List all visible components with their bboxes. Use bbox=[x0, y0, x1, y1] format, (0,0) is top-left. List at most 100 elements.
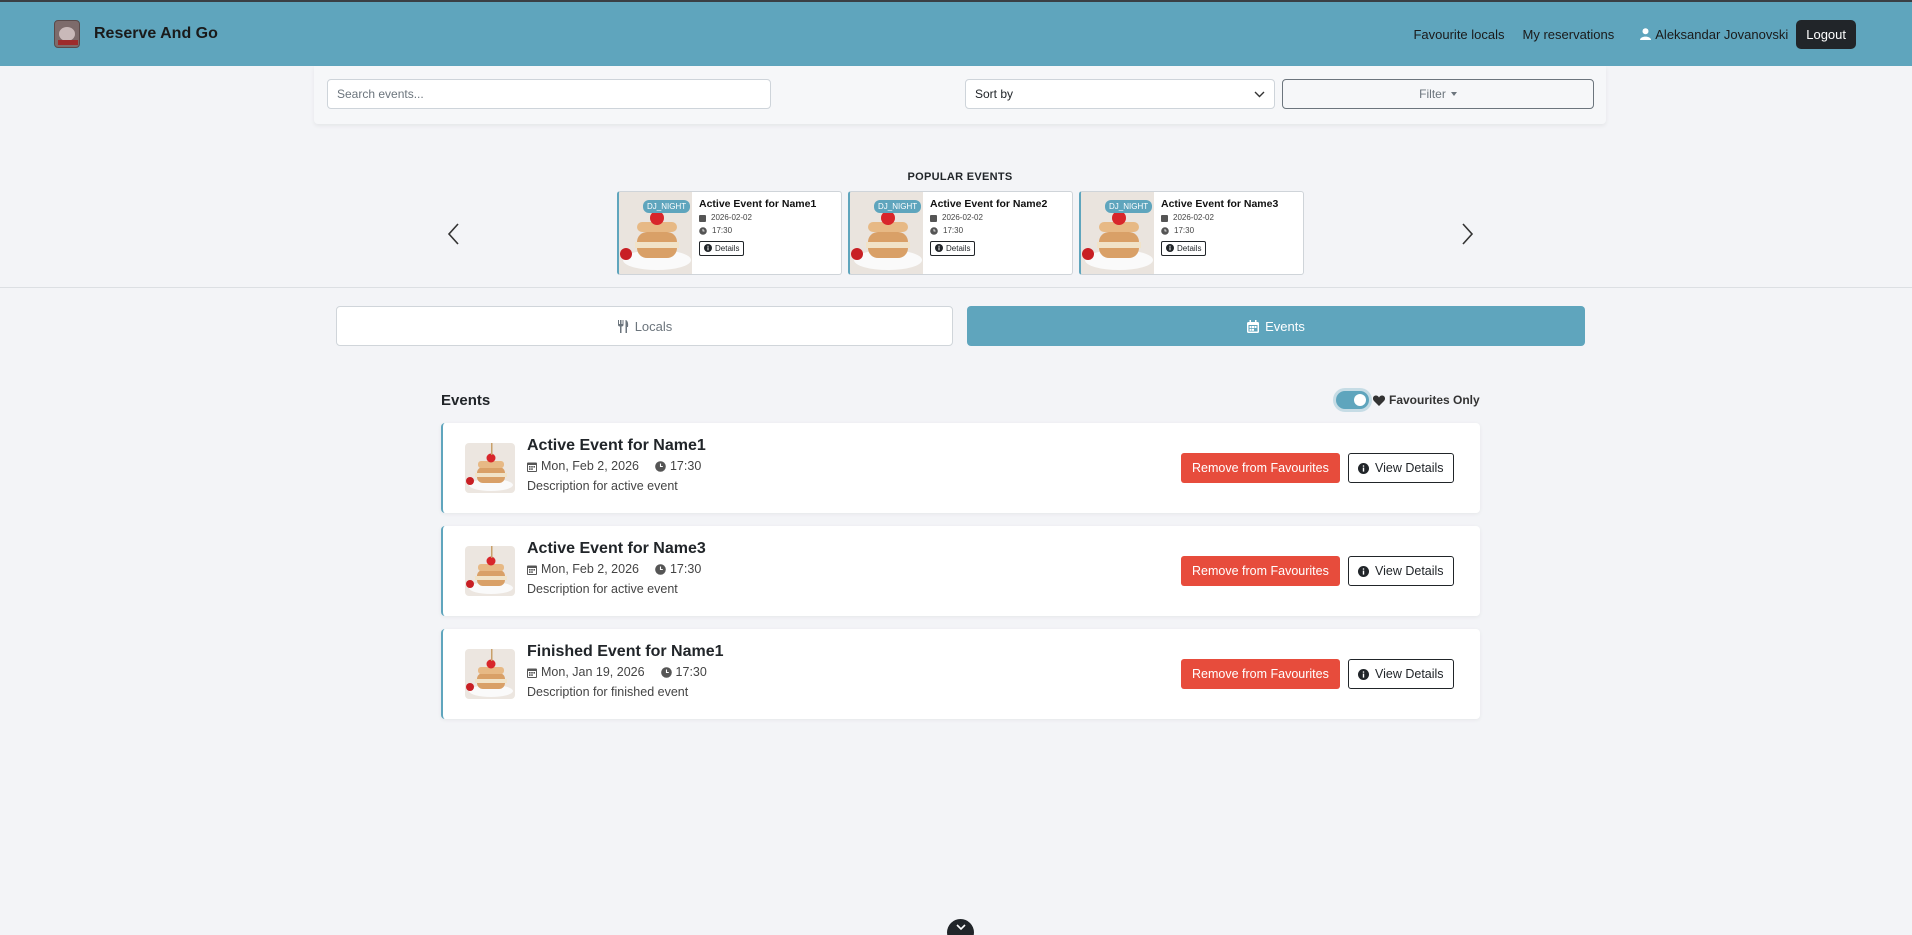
popular-event-card[interactable]: DJ_NIGHT Active Event for Name3 2026-02-… bbox=[1079, 191, 1304, 275]
info-icon bbox=[1358, 565, 1369, 577]
view-details-button[interactable]: View Details bbox=[1348, 453, 1454, 483]
brand-name: Reserve And Go bbox=[94, 25, 218, 42]
nav-link-my-reservations[interactable]: My reservations bbox=[1523, 27, 1615, 42]
favourites-only-toggle-wrap: Favourites Only bbox=[1336, 391, 1480, 409]
event-tag-badge: DJ_NIGHT bbox=[643, 200, 691, 213]
popular-event-name: Active Event for Name1 bbox=[699, 198, 817, 210]
filter-label: Filter bbox=[1419, 87, 1446, 101]
event-date: Mon, Feb 2, 2026 bbox=[541, 459, 639, 473]
event-meta: Mon, Feb 2, 2026 17:30 bbox=[527, 562, 706, 576]
clock-icon bbox=[1161, 226, 1169, 235]
event-description: Description for active event bbox=[527, 582, 678, 596]
popular-event-date-text: 2026-02-02 bbox=[942, 213, 983, 222]
calendar-icon bbox=[527, 668, 537, 678]
popular-event-body: Active Event for Name1 2026-02-02 17:30 … bbox=[699, 198, 816, 257]
popular-event-date: 2026-02-02 bbox=[930, 213, 1047, 222]
popular-event-details-button[interactable]: Details bbox=[930, 240, 976, 256]
search-input[interactable] bbox=[327, 79, 771, 109]
event-card: Finished Event for Name1 Mon, Jan 19, 20… bbox=[441, 629, 1480, 719]
popular-event-date: 2026-02-02 bbox=[1161, 213, 1278, 222]
clock-icon bbox=[660, 666, 672, 678]
popular-events-section: POPULAR EVENTS DJ_NIGHT Active Event for… bbox=[0, 124, 1912, 288]
popular-event-time: 17:30 bbox=[1161, 226, 1278, 235]
clock-icon bbox=[699, 226, 707, 235]
event-body: Active Event for Name1 Mon, Feb 2, 2026 … bbox=[527, 437, 706, 493]
event-description: Description for finished event bbox=[527, 685, 689, 699]
event-time: 17:30 bbox=[669, 562, 702, 576]
popular-event-date-text: 2026-02-02 bbox=[1173, 213, 1214, 222]
sort-label: Sort by bbox=[975, 87, 1014, 101]
event-thumbnail bbox=[465, 443, 515, 493]
info-icon bbox=[1166, 244, 1174, 252]
events-heading: Events bbox=[441, 392, 491, 409]
popular-event-time: 17:30 bbox=[930, 226, 1047, 235]
event-date: Mon, Jan 19, 2026 bbox=[541, 665, 645, 679]
calendar-icon bbox=[527, 462, 537, 472]
info-icon bbox=[935, 244, 943, 252]
navbar: Reserve And Go Favourite locals My reser… bbox=[0, 2, 1912, 66]
caret-down-icon bbox=[1450, 92, 1457, 96]
details-label: Details bbox=[946, 243, 971, 253]
popular-event-name: Active Event for Name2 bbox=[930, 198, 1048, 210]
remove-from-favourites-button[interactable]: Remove from Favourites bbox=[1181, 659, 1340, 689]
remove-from-favourites-button[interactable]: Remove from Favourites bbox=[1181, 556, 1340, 586]
info-icon bbox=[1358, 668, 1369, 680]
popular-event-details-button[interactable]: Details bbox=[1161, 240, 1207, 256]
carousel-prev-icon[interactable] bbox=[446, 222, 460, 246]
chevron-down-icon bbox=[955, 924, 966, 931]
event-thumbnail bbox=[465, 649, 515, 699]
brand-logo bbox=[54, 20, 80, 48]
clock-icon bbox=[655, 563, 666, 575]
event-meta: Mon, Feb 2, 2026 17:30 bbox=[527, 459, 706, 473]
heart-icon bbox=[1373, 395, 1385, 406]
popular-event-card[interactable]: DJ_NIGHT Active Event for Name2 2026-02-… bbox=[848, 191, 1073, 275]
tab-locals[interactable]: Locals bbox=[336, 306, 953, 346]
calendar-icon bbox=[1161, 214, 1168, 222]
calendar-icon bbox=[699, 214, 706, 222]
tab-locals-label: Locals bbox=[634, 318, 673, 334]
tab-events[interactable]: Events bbox=[967, 306, 1585, 346]
popular-event-date: 2026-02-02 bbox=[699, 213, 816, 222]
favourites-only-toggle[interactable] bbox=[1336, 391, 1369, 409]
details-label: Details bbox=[1177, 243, 1202, 253]
clock-icon bbox=[655, 460, 666, 472]
popular-event-details-button[interactable]: Details bbox=[699, 240, 745, 256]
event-title: Active Event for Name1 bbox=[527, 437, 706, 454]
calendar-icon bbox=[527, 565, 537, 575]
event-time: 17:30 bbox=[675, 665, 707, 679]
popular-event-time-text: 17:30 bbox=[943, 226, 964, 235]
user-name: Aleksandar Jovanovski bbox=[1655, 26, 1789, 42]
event-description: Description for active event bbox=[527, 479, 678, 493]
filter-button[interactable]: Filter bbox=[1282, 79, 1594, 109]
popular-event-date-text: 2026-02-02 bbox=[711, 213, 752, 222]
calendar-icon bbox=[930, 214, 937, 222]
event-time: 17:30 bbox=[669, 459, 702, 473]
logout-button[interactable]: Logout bbox=[1796, 19, 1856, 49]
carousel-next-icon[interactable] bbox=[1461, 222, 1475, 246]
details-label: Details bbox=[715, 243, 740, 253]
tab-events-label: Events bbox=[1265, 318, 1305, 334]
chevron-down-icon bbox=[1254, 91, 1265, 97]
view-details-button[interactable]: View Details bbox=[1348, 659, 1454, 689]
event-card: Active Event for Name3 Mon, Feb 2, 2026 … bbox=[441, 526, 1480, 616]
remove-from-favourites-button[interactable]: Remove from Favourites bbox=[1181, 453, 1340, 483]
brand[interactable]: Reserve And Go bbox=[54, 20, 218, 48]
event-thumbnail bbox=[465, 546, 515, 596]
event-date: Mon, Feb 2, 2026 bbox=[541, 562, 639, 576]
user-icon bbox=[1640, 28, 1652, 40]
info-icon bbox=[704, 244, 712, 252]
view-details-label: View Details bbox=[1375, 461, 1444, 475]
event-body: Active Event for Name3 Mon, Feb 2, 2026 … bbox=[527, 540, 706, 596]
event-body: Finished Event for Name1 Mon, Jan 19, 20… bbox=[527, 643, 724, 699]
view-details-button[interactable]: View Details bbox=[1348, 556, 1454, 586]
view-details-label: View Details bbox=[1375, 564, 1444, 578]
sort-select[interactable]: Sort by bbox=[965, 79, 1275, 109]
popular-event-card[interactable]: DJ_NIGHT Active Event for Name1 2026-02-… bbox=[617, 191, 842, 275]
filter-bar: Sort by Filter bbox=[314, 66, 1606, 124]
event-title: Active Event for Name3 bbox=[527, 540, 706, 557]
user-menu[interactable]: Aleksandar Jovanovski bbox=[1640, 27, 1788, 42]
popular-event-time-text: 17:30 bbox=[712, 226, 733, 235]
nav-link-favourite-locals[interactable]: Favourite locals bbox=[1413, 27, 1504, 42]
popular-event-body: Active Event for Name3 2026-02-02 17:30 … bbox=[1161, 198, 1278, 257]
scroll-toggle-button[interactable] bbox=[947, 919, 974, 935]
